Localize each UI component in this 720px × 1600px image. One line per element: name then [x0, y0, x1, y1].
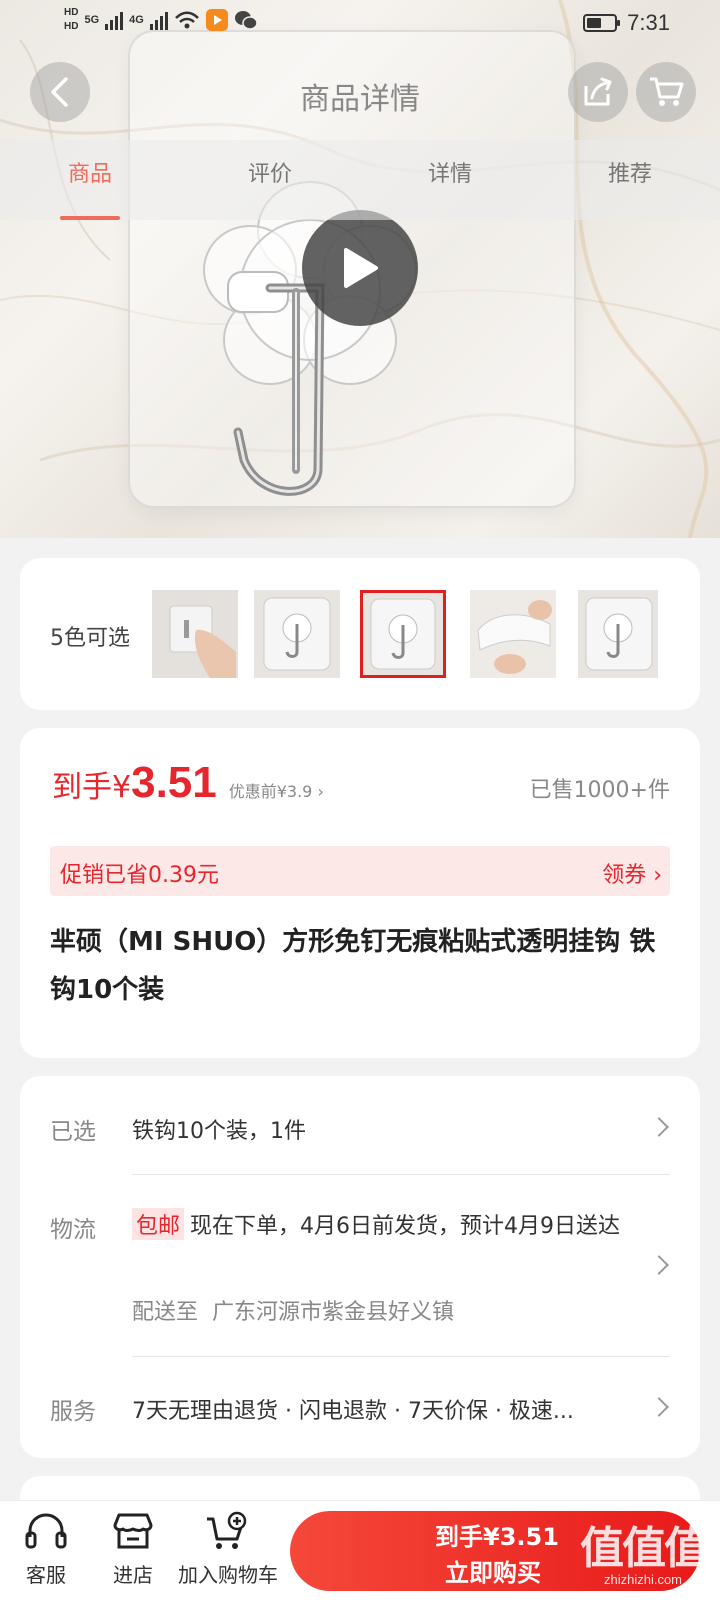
network-5g-label: 5G: [84, 14, 100, 26]
battery-icon: [583, 14, 621, 32]
tab-recommend[interactable]: 推荐: [540, 140, 720, 220]
hd-label-2: HD: [64, 21, 79, 32]
thumb-image-1: [152, 590, 238, 678]
status-bar-right: 7:31: [583, 10, 670, 36]
color-option-2[interactable]: [254, 590, 340, 678]
watermark-logo-text: 值值值: [580, 1523, 708, 1574]
buy-price: 到手¥3.51: [435, 1523, 559, 1551]
play-icon: [344, 248, 378, 288]
ship-to-label: 配送至: [132, 1300, 199, 1325]
site-watermark: 值值值 zhizhizhi.com: [580, 1512, 708, 1587]
thumb-image-5: [578, 590, 658, 678]
customer-service-button[interactable]: 客服: [18, 1511, 74, 1588]
tab-details[interactable]: 详情: [360, 140, 540, 220]
chevron-right-icon: [649, 1397, 669, 1417]
thumb-image-3: [363, 593, 443, 675]
share-button[interactable]: [568, 62, 628, 122]
product-title: 芈硕（MI SHUO）方形免钉无痕粘贴式透明挂钩 铁钩10个装: [50, 927, 656, 1005]
price-value: 3.51: [131, 758, 217, 807]
hd-indicator: HD HD: [64, 6, 78, 34]
selected-value: 铁钩10个装，1件: [132, 1119, 306, 1144]
sold-count: 已售1000+件: [529, 778, 670, 803]
tab-reviews[interactable]: 评价: [180, 140, 360, 220]
customer-service-label: 客服: [26, 1563, 66, 1587]
divider: [132, 1174, 670, 1175]
video-app-icon: [205, 9, 228, 31]
share-icon: [584, 77, 612, 106]
wifi-icon: [174, 11, 199, 29]
purchase-info-card: 已选 铁钩10个装，1件 物流 包邮 现在下单，4月6日前发货，预计4月9日送达 …: [20, 1076, 700, 1458]
ship-to: 配送至 广东河源市紫金县好义镇: [132, 1294, 454, 1326]
get-coupon-link[interactable]: 领券 ›: [602, 857, 662, 889]
service-label: 服务: [50, 1399, 96, 1425]
chevron-right-icon: [649, 1117, 669, 1137]
store-icon: [113, 1513, 153, 1549]
original-price-link[interactable]: 优惠前¥3.9 ›: [229, 778, 324, 802]
add-cart-icon: [207, 1511, 247, 1549]
cart-icon: [650, 77, 684, 106]
service-value: 7天无理由退货 · 闪电退款 · 7天价保 · 极速...: [132, 1399, 574, 1424]
color-count-label: 5色可选: [50, 626, 130, 651]
headset-icon: [25, 1513, 67, 1549]
logistics-value: 现在下单，4月6日前发货，预计4月9日送达: [190, 1214, 621, 1239]
thumb-image-4: [470, 590, 556, 678]
chevron-right-icon: [649, 1255, 669, 1275]
price-card: 到手¥ 3.51 优惠前¥3.9 › 已售1000+件 促销已省0.39元 领券…: [20, 728, 700, 1058]
price-prefix: 到手¥: [52, 770, 132, 805]
thumb-image-2: [254, 590, 340, 678]
selected-label: 已选: [50, 1119, 96, 1145]
color-option-3-selected[interactable]: [360, 590, 446, 678]
add-to-cart-button[interactable]: 加入购物车: [178, 1511, 278, 1588]
price-row: 到手¥ 3.51 优惠前¥3.9 ›: [52, 758, 324, 808]
network-4g-label: 4G: [129, 14, 144, 26]
store-label: 进店: [113, 1563, 153, 1587]
hd-label-1: HD: [64, 7, 79, 18]
play-video-button[interactable]: [302, 210, 418, 326]
tab-product[interactable]: 商品: [0, 140, 180, 220]
clock: 7:31: [627, 10, 670, 35]
color-option-4[interactable]: [470, 590, 556, 678]
signal-icon: [105, 10, 124, 30]
logistics-label: 物流: [50, 1217, 96, 1243]
add-to-cart-label: 加入购物车: [178, 1563, 278, 1587]
product-detail-page: HD HD 5G 4G 7:31 商品详情 商品 评价 详情 推荐 5色可选 到…: [0, 0, 720, 1600]
cart-button[interactable]: [636, 62, 696, 122]
promo-banner[interactable]: 促销已省0.39元 领券 ›: [50, 846, 670, 896]
section-tabs: 商品 评价 详情 推荐: [0, 140, 720, 220]
signal-icon-2: [149, 10, 168, 30]
logistics-info: 包邮 现在下单，4月6日前发货，预计4月9日送达: [132, 1208, 632, 1246]
store-button[interactable]: 进店: [108, 1511, 158, 1588]
status-bar: HD HD 5G 4G 7:31: [0, 0, 720, 48]
color-option-1[interactable]: [152, 590, 238, 678]
divider: [132, 1356, 670, 1357]
wechat-icon: [234, 11, 258, 30]
ship-to-address: 广东河源市紫金县好义镇: [212, 1300, 455, 1325]
promo-savings-text: 促销已省0.39元: [60, 863, 219, 888]
status-bar-left: HD HD 5G 4G: [64, 6, 258, 34]
color-selector-card: 5色可选: [20, 558, 700, 710]
free-shipping-tag: 包邮: [132, 1208, 185, 1240]
color-option-5[interactable]: [578, 590, 658, 678]
buy-now-label: 立即购买: [445, 1559, 541, 1587]
